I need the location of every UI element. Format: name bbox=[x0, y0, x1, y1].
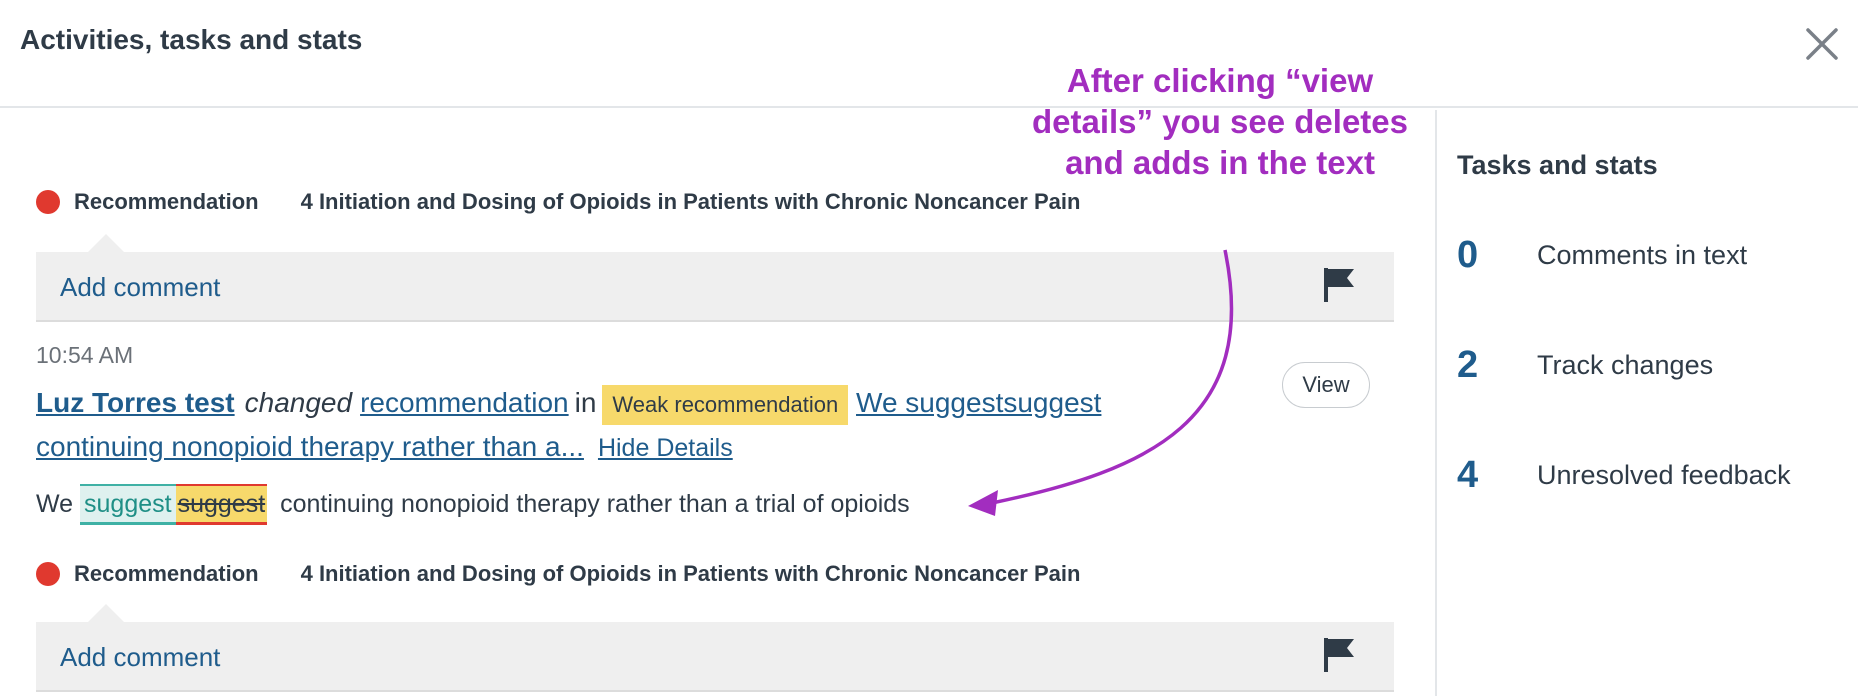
stat-value: 0 bbox=[1457, 233, 1479, 276]
activity-summary-line1: Luz Torres test changed recommendation in We… bbox=[36, 382, 1276, 425]
diff-prefix: We bbox=[36, 490, 74, 518]
inserted-text: suggest bbox=[80, 484, 176, 525]
status-dot-icon bbox=[36, 190, 60, 214]
flag-icon[interactable] bbox=[1322, 636, 1356, 674]
stat-value: 2 bbox=[1457, 343, 1479, 386]
group-header: Recommendation 4 Initiation and Dosing o… bbox=[36, 554, 1080, 594]
stat-label: Track changes bbox=[1537, 349, 1714, 380]
group-type: Recommendation bbox=[74, 189, 259, 214]
group-header: Recommendation 4 Initiation and Dosing o… bbox=[36, 182, 1080, 222]
status-dot-icon bbox=[36, 562, 60, 586]
activity-list: Recommendation 4 Initiation and Dosing o… bbox=[0, 110, 1435, 696]
annotation-line: After clicking “view bbox=[1066, 62, 1374, 99]
diff-suffix: continuing nonopioid therapy rather than… bbox=[280, 490, 910, 518]
deleted-text: suggest bbox=[175, 484, 268, 525]
annotation-line: details” you see deletes bbox=[1031, 103, 1408, 140]
add-comment-link[interactable]: Add comment bbox=[60, 272, 220, 303]
comment-bar: Add comment bbox=[36, 604, 1394, 692]
group-type: Recommendation bbox=[74, 561, 259, 586]
activity-summary-line2: continuing nonopioid therapy rather than… bbox=[36, 426, 1276, 469]
activity-action: changed bbox=[244, 387, 353, 418]
view-button[interactable]: View bbox=[1282, 362, 1370, 408]
comment-bar: Add comment bbox=[36, 234, 1394, 322]
panel-header: Activities, tasks and stats bbox=[0, 0, 1858, 108]
activity-time: 10:54 AM bbox=[36, 342, 134, 368]
author-link[interactable]: Luz Torres test bbox=[36, 387, 235, 418]
tasks-stats-sidebar: Tasks and stats 0 Comments in text 2 Tra… bbox=[1435, 110, 1858, 696]
sidebar-title: Tasks and stats bbox=[1457, 150, 1658, 180]
annotation-line: and adds in the text bbox=[1065, 144, 1375, 181]
group-section: 4 Initiation and Dosing of Opioids in Pa… bbox=[300, 189, 1081, 214]
object-link[interactable]: recommendation bbox=[360, 387, 569, 418]
change-diff: We suggest suggest continuing nonopioid t… bbox=[36, 482, 910, 526]
flag-icon[interactable] bbox=[1322, 266, 1356, 304]
group-section: 4 Initiation and Dosing of Opioids in Pa… bbox=[300, 561, 1081, 586]
activity-preposition: in bbox=[574, 387, 597, 418]
stat-unresolved-feedback[interactable]: 4 Unresolved feedback bbox=[1457, 450, 1791, 500]
close-icon[interactable] bbox=[1796, 18, 1848, 70]
annotation-callout: After clicking “view details” you see de… bbox=[1000, 60, 1440, 183]
target-link[interactable]: We suggestsuggest bbox=[856, 387, 1101, 418]
hide-details-link[interactable]: Hide Details bbox=[598, 434, 733, 462]
stat-track-changes[interactable]: 2 Track changes bbox=[1457, 340, 1713, 390]
stat-value: 4 bbox=[1457, 453, 1479, 496]
target-link-continued[interactable]: continuing nonopioid therapy rather than… bbox=[36, 431, 584, 462]
panel-title: Activities, tasks and stats bbox=[20, 24, 363, 55]
stat-label: Comments in text bbox=[1537, 239, 1748, 270]
strength-badge: Weak recommendation bbox=[602, 384, 849, 425]
stat-comments[interactable]: 0 Comments in text bbox=[1457, 230, 1747, 280]
add-comment-link[interactable]: Add comment bbox=[60, 642, 220, 673]
stat-label: Unresolved feedback bbox=[1537, 459, 1791, 490]
